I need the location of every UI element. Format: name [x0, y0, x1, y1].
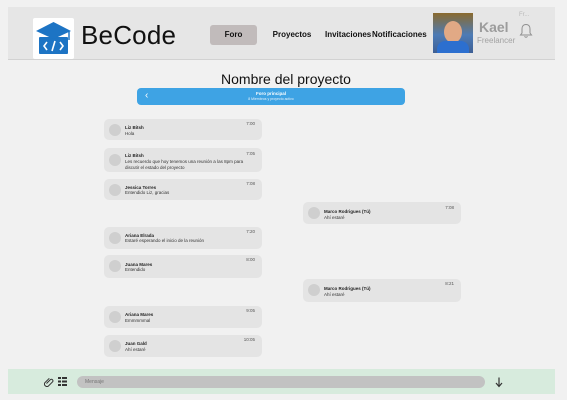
- nav-foro[interactable]: Foro: [210, 25, 257, 45]
- send-icon[interactable]: [495, 377, 503, 388]
- message-text: Hola: [125, 131, 135, 136]
- message-time: 7:08: [246, 181, 255, 186]
- message-avatar: [109, 340, 121, 352]
- becode-logo-icon[interactable]: [33, 18, 74, 59]
- message-text: Entendido: [125, 267, 146, 272]
- message-avatar: [308, 284, 320, 296]
- message-time: 7:05: [246, 151, 255, 156]
- message-text: Ahí estaré: [324, 215, 345, 220]
- message-time: 7:00: [246, 121, 255, 126]
- message-avatar: [109, 260, 121, 272]
- message-composer: [8, 369, 555, 394]
- message-time: 9:05: [246, 308, 255, 313]
- message-input[interactable]: [77, 376, 485, 388]
- paperclip-icon[interactable]: [44, 377, 54, 387]
- message-text: Ahí estaré: [125, 347, 146, 352]
- message-bubble-own: Marco Rodrigues (Tú) Ahí estaré 8:21: [303, 279, 461, 302]
- avatar-shirt: [437, 41, 469, 53]
- message-text: Les recuerdo que hoy tenemos una reunión…: [125, 159, 244, 170]
- message-author: Liz Bitsh: [125, 153, 144, 158]
- message-author: Ariana Mares: [125, 312, 154, 317]
- bell-icon[interactable]: [519, 23, 533, 39]
- message-author: Liz Bitsh: [125, 125, 144, 130]
- message-bubble: Ariana Elrada Estaré esperando el inicio…: [104, 227, 262, 249]
- top-navbar: BeCode Foro Proyectos Invitaciones Notif…: [8, 7, 555, 60]
- user-role: Freelancer: [477, 36, 516, 45]
- message-text: Entendido Liz, gracias: [125, 190, 170, 195]
- message-avatar: [308, 207, 320, 219]
- thread-title: Foro principal: [255, 91, 286, 96]
- user-name: Kael: [479, 19, 509, 35]
- grid-icon[interactable]: [58, 377, 67, 386]
- brand-name[interactable]: BeCode: [81, 20, 176, 51]
- nav-proyectos[interactable]: Proyectos: [270, 25, 314, 45]
- message-bubble: Juana Mares Entendido 8:00: [104, 255, 262, 278]
- message-avatar: [109, 154, 121, 166]
- truncated-label: Fr...: [519, 12, 530, 18]
- message-bubble: Juan Gald Ahí estaré 10:05: [104, 335, 262, 357]
- message-time: 7:08: [445, 205, 454, 210]
- message-avatar: [109, 232, 121, 244]
- message-text: Ahí estaré: [324, 292, 345, 297]
- avatar-face: [444, 21, 462, 43]
- message-bubble-own: Marco Rodrigues (Tú) Ahí estaré 7:08: [303, 202, 461, 224]
- message-author: Marco Rodrigues (Tú): [324, 209, 371, 214]
- message-bubble: Ariana Mares Emmmmmal 9:05: [104, 306, 262, 328]
- message-bubble: Liz Bitsh Les recuerdo que hoy tenemos u…: [104, 148, 262, 172]
- message-text: Estaré esperando el inicio de la reunión: [125, 238, 205, 243]
- nav-notificaciones[interactable]: Notificaciones: [372, 25, 427, 45]
- message-avatar: [109, 124, 121, 136]
- message-bubble: Jessica Torres Entendido Liz, gracias 7:…: [104, 179, 262, 200]
- message-bubble: Liz Bitsh Hola 7:00: [104, 119, 262, 140]
- message-time: 8:21: [445, 281, 454, 286]
- message-author: Marco Rodrigues (Tú): [324, 286, 371, 291]
- message-avatar: [109, 184, 121, 196]
- page-title: Nombre del proyecto: [221, 71, 351, 87]
- user-avatar[interactable]: [433, 13, 473, 53]
- message-author: Juan Gald: [125, 341, 147, 346]
- nav-invitaciones[interactable]: Invitaciones: [325, 25, 371, 45]
- message-avatar: [109, 311, 121, 323]
- message-text: Emmmmmal: [125, 318, 151, 323]
- thread-subtitle: 8 Miembros y proyecto activo: [248, 97, 294, 101]
- message-time: 10:05: [243, 337, 255, 342]
- message-time: 8:00: [246, 257, 255, 262]
- thread-header-bar: ‹ Foro principal 8 Miembros y proyecto a…: [137, 88, 405, 105]
- message-time: 7:20: [246, 229, 255, 234]
